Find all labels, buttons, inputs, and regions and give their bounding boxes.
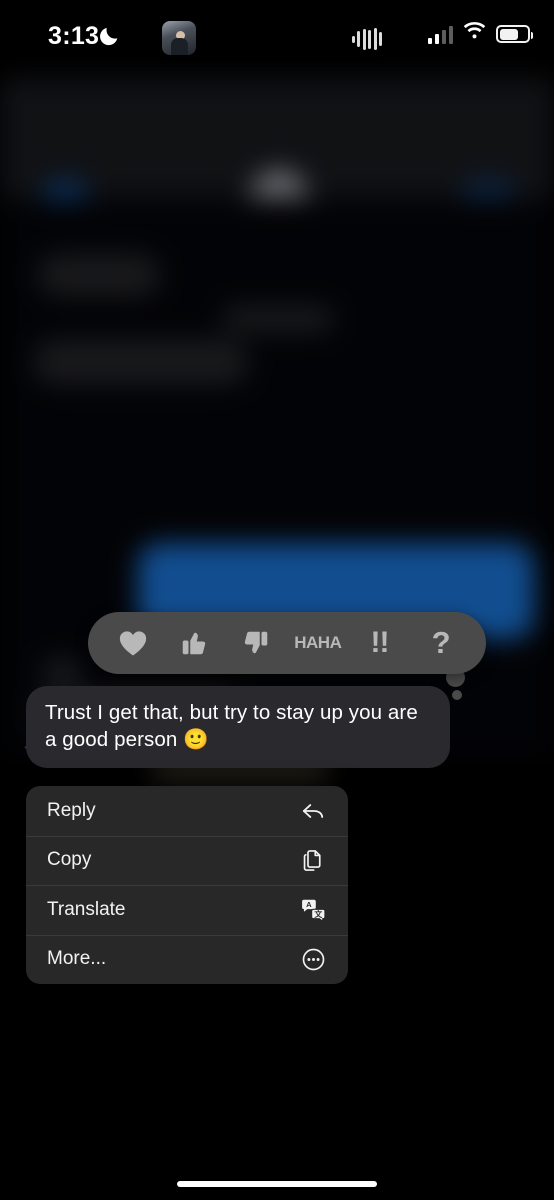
menu-item-label: More... bbox=[47, 948, 107, 970]
tapback-question-button[interactable]: ? bbox=[419, 621, 463, 665]
cellular-signal-icon bbox=[427, 25, 453, 44]
tapback-haha-line1: HA bbox=[294, 633, 318, 653]
home-indicator[interactable] bbox=[177, 1181, 377, 1187]
audio-waveform-icon bbox=[351, 28, 382, 50]
menu-item-copy[interactable]: Copy bbox=[26, 835, 348, 886]
tapback-haha-button[interactable]: HA HA bbox=[294, 621, 342, 665]
tapback-haha-line2: HA bbox=[317, 633, 342, 653]
tapback-thumbs-down-button[interactable] bbox=[234, 621, 278, 665]
tapback-reaction-bar[interactable]: HA HA !! ? bbox=[88, 612, 486, 674]
iphone-screen: 3:13 HA HA !! ? Trust I get that, but tr… bbox=[0, 0, 554, 1200]
reply-arrow-icon bbox=[299, 797, 327, 825]
tapback-heart-button[interactable] bbox=[111, 621, 155, 665]
menu-item-more[interactable]: More... bbox=[26, 934, 348, 985]
menu-item-translate[interactable]: Translate A 文 bbox=[26, 885, 348, 935]
translate-icon: A 文 bbox=[299, 896, 327, 924]
tapback-exclamation-button[interactable]: !! bbox=[357, 621, 401, 665]
focused-message-layer: HA HA !! ? Trust I get that, but try to … bbox=[0, 0, 554, 1200]
focused-message-bubble[interactable]: Trust I get that, but try to stay up you… bbox=[26, 686, 450, 769]
status-bar: 3:13 bbox=[0, 0, 554, 78]
crescent-moon-icon bbox=[98, 24, 120, 48]
menu-item-label: Reply bbox=[47, 799, 96, 821]
menu-item-label: Copy bbox=[47, 849, 92, 871]
svg-text:文: 文 bbox=[314, 909, 322, 919]
svg-text:A: A bbox=[306, 900, 312, 909]
battery-icon bbox=[496, 25, 533, 43]
message-context-menu[interactable]: Reply Copy Translate A 文 More... bbox=[26, 786, 348, 984]
menu-item-label: Translate bbox=[47, 898, 126, 920]
wifi-icon bbox=[462, 22, 487, 46]
status-bar-indicators bbox=[427, 22, 533, 46]
more-ellipsis-circle-icon bbox=[299, 945, 327, 973]
dynamic-island[interactable] bbox=[152, 14, 396, 62]
album-art-thumbnail bbox=[162, 21, 196, 55]
tapback-tail-small bbox=[452, 690, 462, 700]
menu-item-reply[interactable]: Reply bbox=[26, 786, 348, 836]
status-bar-clock: 3:13 bbox=[48, 22, 100, 50]
copy-documents-icon bbox=[299, 846, 327, 874]
tapback-thumbs-up-button[interactable] bbox=[172, 621, 216, 665]
